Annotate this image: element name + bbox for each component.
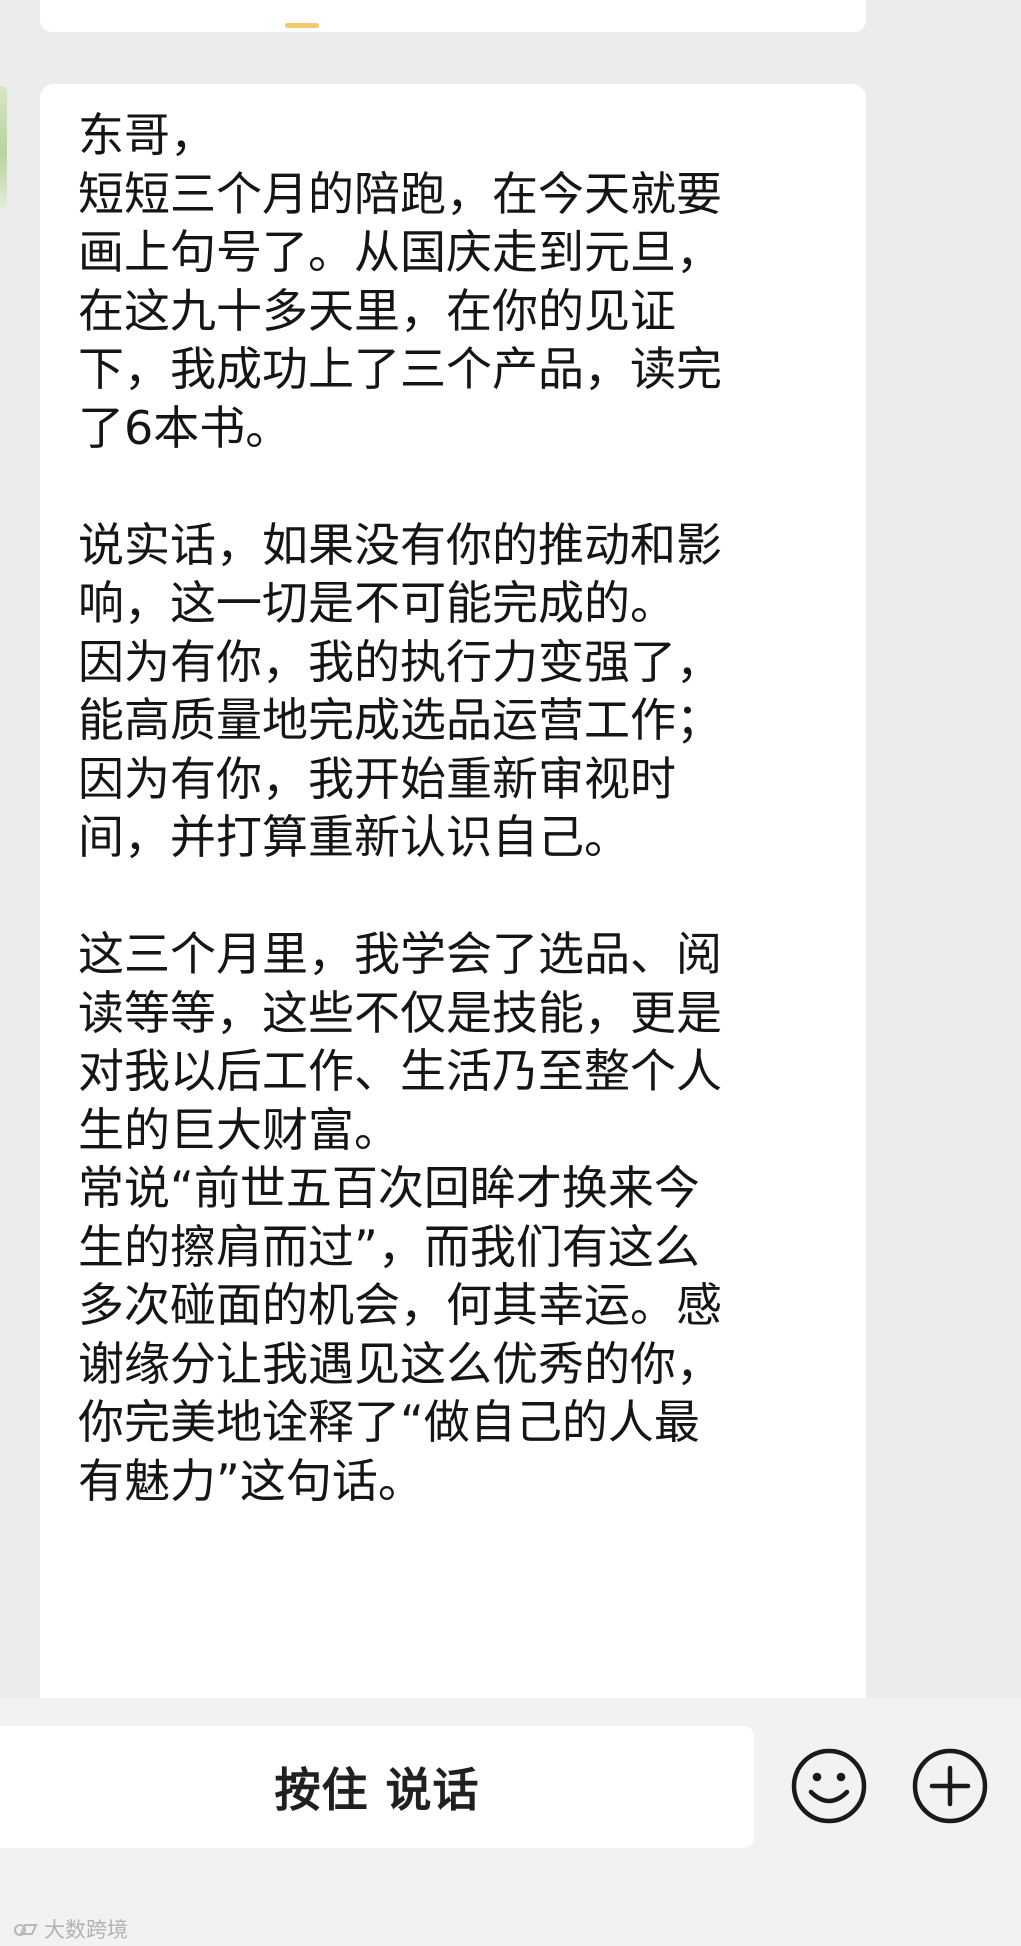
previous-message-bubble[interactable] bbox=[40, 0, 866, 32]
message-bubble[interactable]: 东哥， 短短三个月的陪跑，在今天就要 画上句号了。从国庆走到元旦， 在这九十多天… bbox=[40, 84, 866, 1724]
watermark-text: 大数跨境 bbox=[44, 1918, 128, 1942]
emoji-icon[interactable] bbox=[789, 1746, 869, 1826]
message-text: 东哥， 短短三个月的陪跑，在今天就要 画上句号了。从国庆走到元旦， 在这九十多天… bbox=[78, 108, 722, 1508]
previous-message-emoji-fragment bbox=[285, 23, 319, 28]
hold-to-talk-button[interactable]: 按住 说话 bbox=[0, 1726, 754, 1848]
sender-avatar[interactable] bbox=[0, 86, 7, 208]
watermark-logo-icon bbox=[14, 1924, 38, 1936]
watermark: 大数跨境 bbox=[14, 1914, 128, 1944]
plus-circle-icon[interactable] bbox=[910, 1746, 990, 1826]
chat-input-bar: 按住 说话 bbox=[0, 1698, 1021, 1946]
